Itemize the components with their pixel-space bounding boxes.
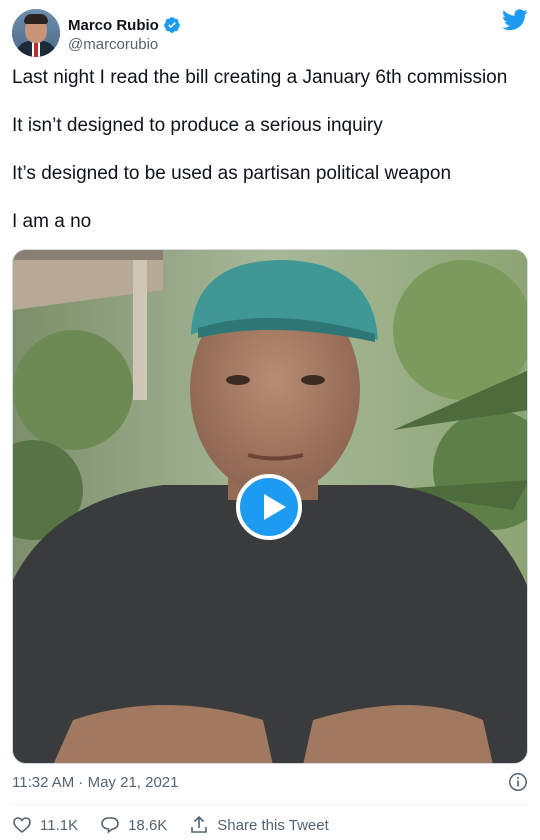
verified-badge-icon (163, 17, 180, 33)
tweet-actions: 11.1K 18.6K Share this Tweet (12, 814, 351, 836)
tweet-text-line: Last night I read the bill creating a Ja… (12, 67, 508, 88)
tweet-timestamp[interactable]: 11:32 AM · May 21, 2021 (12, 774, 179, 791)
like-count: 11.1K (40, 816, 79, 834)
share-icon (191, 815, 208, 833)
reply-count: 18.6K (128, 816, 168, 834)
play-button[interactable] (236, 474, 302, 540)
heart-icon (13, 817, 31, 834)
twitter-bird-icon[interactable] (502, 9, 528, 31)
share-label: Share this Tweet (217, 816, 329, 834)
author-name-row[interactable]: Marco Rubio (68, 15, 181, 35)
author-name[interactable]: Marco Rubio (68, 17, 159, 34)
tweet-text-line: It isn’t designed to produce a serious i… (12, 115, 383, 136)
tweet-text-line: It’s designed to be used as partisan pol… (12, 163, 452, 184)
reply-button[interactable]: 18.6K (100, 815, 167, 835)
reply-icon (101, 817, 119, 834)
like-button[interactable]: 11.1K (12, 815, 78, 835)
tweet-card: Marco Rubio @marcorubio Last night I rea… (0, 0, 540, 840)
tweet-text: Last night I read the bill creating a Ja… (12, 66, 528, 258)
divider (12, 804, 528, 805)
play-icon (264, 494, 286, 520)
info-icon[interactable] (508, 772, 528, 792)
tweet-text-line: I am a no (12, 211, 92, 232)
tweet-header: Marco Rubio @marcorubio (12, 9, 528, 59)
author-handle[interactable]: @marcorubio (68, 36, 158, 53)
share-button[interactable]: Share this Tweet (189, 815, 329, 835)
avatar[interactable] (12, 9, 60, 57)
